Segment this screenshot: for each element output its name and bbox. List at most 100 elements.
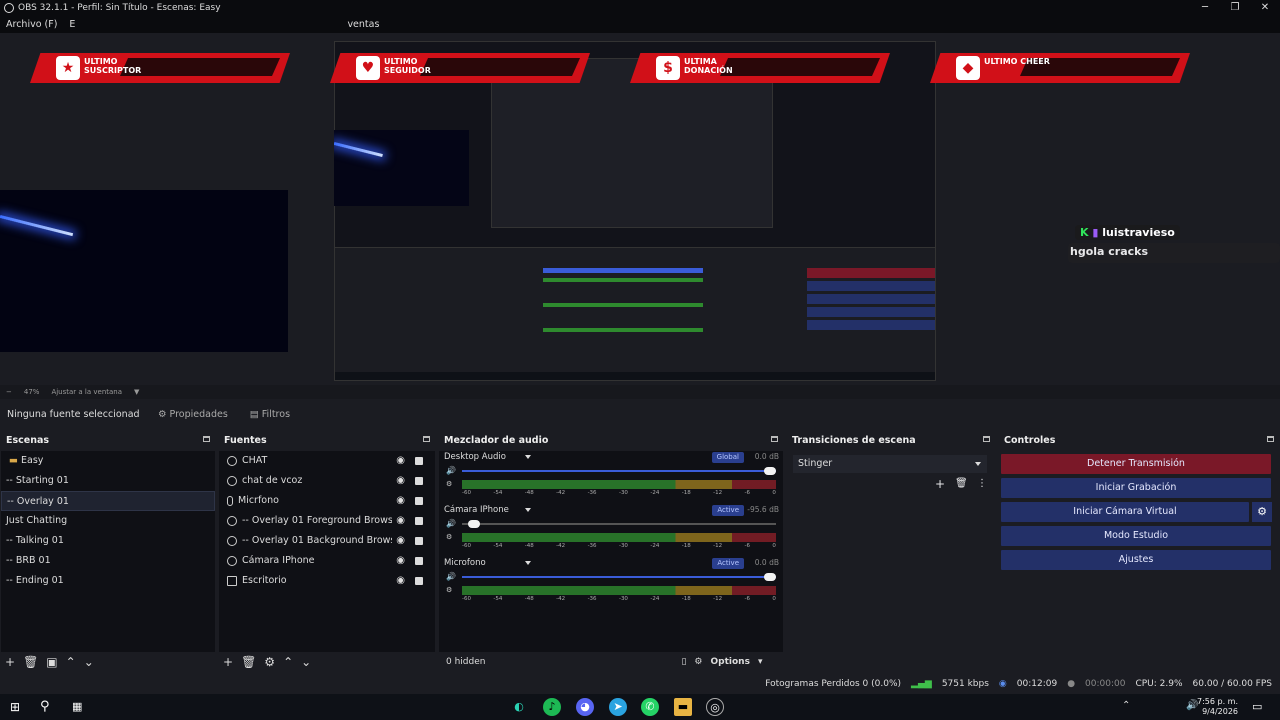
add-transition-button[interactable]: + [935, 477, 945, 491]
undock-icon[interactable] [203, 436, 210, 442]
windows-start-icon[interactable]: ⊞ [10, 700, 20, 714]
whatsapp-icon[interactable]: ✆ [641, 698, 659, 716]
search-icon[interactable]: ⚲ [40, 699, 50, 714]
speaker-icon[interactable]: 🔊 [446, 466, 456, 475]
undock-icon[interactable] [983, 436, 990, 442]
scene-filters-button[interactable]: ▣ [46, 655, 57, 669]
eye-icon[interactable]: ◉ [396, 511, 405, 531]
eye-icon[interactable]: ◉ [396, 471, 405, 491]
source-item[interactable]: Escritorio ◉ [219, 571, 435, 591]
spotify-icon[interactable]: ♪ [543, 698, 561, 716]
chevron-down-icon[interactable] [525, 508, 531, 512]
speaker-icon[interactable]: 🔊 [446, 572, 456, 581]
chevron-down-icon[interactable]: ▼ [134, 388, 139, 396]
zoom-fit-select[interactable]: Ajustar a la ventana [51, 388, 122, 396]
camera-source[interactable] [0, 190, 288, 352]
source-item[interactable]: Micrfono ◉ [219, 491, 435, 511]
properties-button[interactable]: ⚙ Propiedades [150, 405, 236, 424]
options-button[interactable]: Options [711, 657, 750, 667]
scene-item[interactable]: -- Ending 01 [1, 571, 215, 591]
lock-icon[interactable] [415, 537, 423, 545]
lock-icon[interactable] [415, 577, 423, 585]
remove-source-button[interactable]: 🗑 [241, 655, 256, 669]
undock-icon[interactable] [1267, 436, 1274, 442]
source-item[interactable]: -- Overlay 01 Background Browser Sour◉ [219, 531, 435, 551]
eye-icon[interactable]: ◉ [396, 451, 405, 471]
volume-slider[interactable] [462, 523, 776, 525]
alert-overlay: ★ ULTIMO SUSCRIPTOR ♥ ULTIMO SEGUIDOR $ … [0, 46, 1280, 86]
filters-button[interactable]: ▤ Filtros [242, 405, 298, 424]
menu-file[interactable]: Archivo (F) [0, 19, 63, 30]
source-item[interactable]: -- Overlay 01 Foreground Browser Sour◉ [219, 511, 435, 531]
lock-icon[interactable] [415, 517, 423, 525]
nested-meter [543, 303, 703, 307]
add-scene-button[interactable]: + [5, 655, 15, 669]
source-item[interactable]: CHAT ◉ [219, 451, 435, 471]
move-up-button[interactable]: ⌃ [66, 655, 76, 669]
chevron-down-icon[interactable] [525, 455, 531, 459]
transition-select[interactable]: Stinger [793, 455, 987, 473]
add-source-button[interactable]: + [223, 655, 233, 669]
scene-item[interactable]: -- Starting 01 [1, 471, 215, 491]
menu-edit[interactable]: E [63, 19, 81, 30]
move-down-button[interactable]: ⌄ [301, 655, 311, 669]
minimize-button[interactable]: ─ [1190, 0, 1220, 15]
move-down-button[interactable]: ⌄ [84, 655, 94, 669]
volume-knob[interactable] [764, 467, 776, 475]
gear-icon[interactable]: ⚙ [1252, 502, 1272, 522]
volume-knob[interactable] [764, 573, 776, 581]
scene-item[interactable]: -- Talking 01 [1, 531, 215, 551]
eye-icon[interactable]: ◉ [396, 491, 405, 511]
discord-icon[interactable]: ◕ [576, 698, 594, 716]
undock-icon[interactable] [423, 436, 430, 442]
tray-chevron-icon[interactable]: ⌃ [1122, 700, 1130, 711]
scene-item-easy[interactable]: ▬ Easy [1, 451, 215, 471]
lock-icon[interactable] [415, 497, 423, 505]
clock[interactable]: 7:56 p. m. 9/4/2026 [1197, 697, 1238, 717]
volume-knob[interactable] [468, 520, 481, 528]
volume-slider[interactable] [462, 470, 776, 472]
chevron-down-icon[interactable] [525, 561, 531, 565]
remove-transition-button[interactable]: 🗑 [955, 478, 968, 489]
source-properties-button[interactable]: ⚙ [264, 655, 275, 669]
notifications-icon[interactable]: ▭ [1252, 700, 1262, 713]
lock-icon[interactable] [415, 557, 423, 565]
chevron-down-icon[interactable]: ▾ [758, 657, 763, 667]
move-up-button[interactable]: ⌃ [283, 655, 293, 669]
folder-icon[interactable]: ▬ [674, 698, 692, 716]
speaker-icon[interactable]: 🔊 [446, 519, 456, 528]
scene-item[interactable]: -- BRB 01 [1, 551, 215, 571]
volume-slider[interactable] [462, 576, 776, 578]
config-icon[interactable]: ⚙ [446, 533, 452, 541]
config-icon[interactable]: ⚙ [446, 480, 452, 488]
advanced-audio-icon[interactable]: ⚙ [694, 657, 702, 667]
more-icon[interactable]: ⋮ [977, 478, 987, 489]
preview-canvas[interactable]: ★ ULTIMO SUSCRIPTOR ♥ ULTIMO SEGUIDOR $ … [0, 33, 1280, 385]
eye-icon[interactable]: ◉ [396, 571, 405, 591]
studio-mode-button[interactable]: Modo Estudio [1001, 526, 1271, 546]
settings-button[interactable]: Ajustes [1001, 550, 1271, 570]
scene-item[interactable]: Just Chatting [1, 511, 215, 531]
telegram-icon[interactable]: ➤ [609, 698, 627, 716]
stop-stream-button[interactable]: Detener Transmisión [1001, 454, 1271, 474]
lock-icon[interactable] [415, 457, 423, 465]
close-button[interactable]: ✕ [1250, 0, 1280, 15]
obs-taskbar-icon[interactable]: ◎ [706, 698, 724, 716]
source-item[interactable]: Cámara IPhone ◉ [219, 551, 435, 571]
zoom-out-button[interactable]: − [6, 388, 12, 396]
task-view-icon[interactable]: ▦ [72, 700, 82, 713]
start-recording-button[interactable]: Iniciar Grabación [1001, 478, 1271, 498]
app-icon[interactable]: ◐ [510, 698, 528, 716]
maximize-button[interactable]: ❐ [1220, 0, 1250, 15]
source-item[interactable]: chat de vcoz ◉ [219, 471, 435, 491]
remove-scene-button[interactable]: 🗑 [23, 655, 38, 669]
undock-icon[interactable] [771, 436, 778, 442]
scene-item-selected[interactable]: -- Overlay 01 [1, 491, 215, 511]
eye-icon[interactable]: ◉ [396, 531, 405, 551]
start-virtualcam-button[interactable]: Iniciar Cámara Virtual [1001, 502, 1249, 522]
eye-icon[interactable]: ◉ [396, 551, 405, 571]
layout-icon[interactable]: ▯ [681, 657, 686, 667]
lock-icon[interactable] [415, 477, 423, 485]
menu-windows[interactable]: ventas [341, 19, 385, 30]
config-icon[interactable]: ⚙ [446, 586, 452, 594]
